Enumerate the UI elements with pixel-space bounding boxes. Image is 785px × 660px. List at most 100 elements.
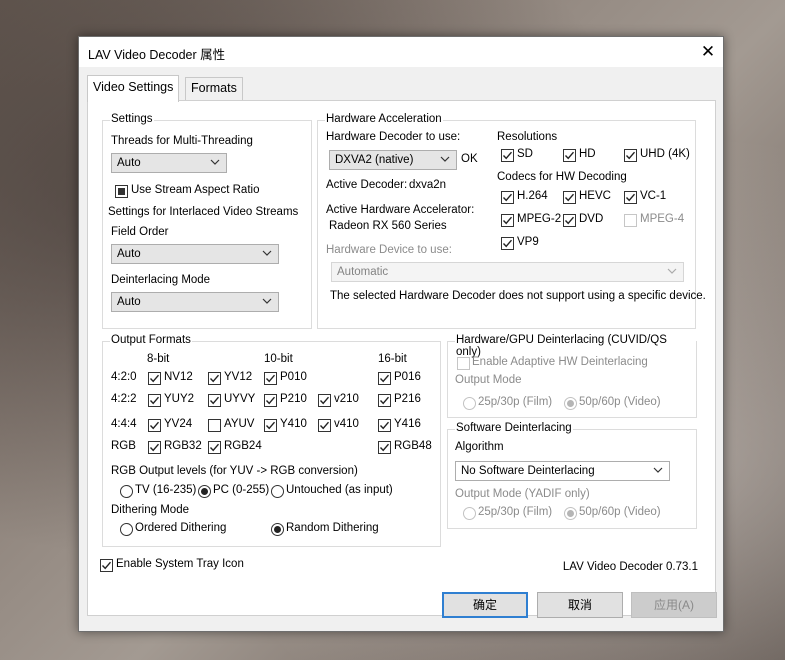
- checkmark-icon: [502, 193, 513, 202]
- resolutions-title: Resolutions: [497, 131, 558, 143]
- dither-random-radio[interactable]: [271, 523, 284, 536]
- fmt-p016-checkbox[interactable]: [378, 372, 391, 385]
- fmt-p210-checkbox[interactable]: [264, 394, 277, 407]
- codec-h264-checkbox[interactable]: [501, 191, 514, 204]
- hw-output-mode-label: Output Mode: [455, 374, 522, 386]
- deint-mode-label: Deinterlacing Mode: [111, 274, 211, 286]
- fmt-yuy2-label: YUY2: [164, 393, 195, 405]
- dither-ordered-radio[interactable]: [120, 523, 133, 536]
- field-order-combo[interactable]: Auto: [111, 244, 279, 264]
- hw-decoder-combo[interactable]: DXVA2 (native): [329, 150, 457, 170]
- checkmark-icon: [209, 374, 220, 383]
- codec-vc1-label: VC-1: [640, 190, 667, 202]
- fmt-rgb48-label: RGB48: [394, 440, 432, 452]
- checkmark-icon: [319, 396, 330, 405]
- dither-ordered-label: Ordered Dithering: [135, 522, 227, 534]
- fmt-y410-checkbox[interactable]: [264, 419, 277, 432]
- checkmark-icon: [379, 443, 390, 452]
- fmt-rgb24-checkbox[interactable]: [208, 441, 221, 454]
- hw-mode-video-radio: [564, 397, 577, 410]
- tab-video-settings[interactable]: Video Settings: [87, 75, 180, 102]
- fmt-v410-checkbox[interactable]: [318, 419, 331, 432]
- fmt-nv12-label: NV12: [164, 371, 193, 383]
- radio-dot-icon: [201, 488, 208, 495]
- checkmark-icon: [209, 443, 220, 452]
- row-label-420: 4:2:0: [111, 371, 137, 383]
- cancel-button[interactable]: 取消: [537, 592, 623, 618]
- deint-mode-value: Auto: [117, 296, 141, 308]
- codec-vp9-label: VP9: [517, 236, 539, 248]
- checkmark-icon: [265, 421, 276, 430]
- active-decoder-label: Active Decoder:: [326, 179, 408, 191]
- res-sd-checkbox[interactable]: [501, 149, 514, 162]
- hw-device-combo: Automatic: [331, 262, 684, 282]
- codec-vp9-checkbox[interactable]: [501, 237, 514, 250]
- fmt-uyvy-checkbox[interactable]: [208, 394, 221, 407]
- checkmark-icon: [265, 374, 276, 383]
- interlaced-label: Settings for Interlaced Video Streams: [108, 206, 299, 218]
- checkmark-icon: [149, 421, 160, 430]
- res-uhd-checkbox[interactable]: [624, 149, 637, 162]
- fmt-y416-checkbox[interactable]: [378, 419, 391, 432]
- tab-panel-video-settings: Settings Threads for Multi-Threading Aut…: [87, 100, 716, 616]
- sw-output-mode-label: Output Mode (YADIF only): [455, 488, 590, 500]
- sw-mode-video-radio: [564, 507, 577, 520]
- hw-device-label: Hardware Device to use:: [326, 244, 452, 256]
- rgb-level-tv-label: TV (16-235): [135, 484, 197, 496]
- fmt-yv12-checkbox[interactable]: [208, 372, 221, 385]
- fmt-v210-label: v210: [334, 393, 359, 405]
- dropdown-arrow-icon: [262, 298, 272, 304]
- fmt-y416-label: Y416: [394, 418, 421, 430]
- threads-combo[interactable]: Auto: [111, 153, 227, 173]
- tray-icon-label: Enable System Tray Icon: [116, 558, 244, 570]
- tray-icon-checkbox[interactable]: [100, 559, 113, 572]
- fmt-ayuv-checkbox[interactable]: [208, 419, 221, 432]
- row-label-444: 4:4:4: [111, 418, 137, 430]
- codec-mpeg2-label: MPEG-2: [517, 213, 562, 225]
- threads-label: Threads for Multi-Threading: [111, 135, 253, 147]
- fmt-p216-checkbox[interactable]: [378, 394, 391, 407]
- codec-hevc-label: HEVC: [579, 190, 611, 202]
- stream-aspect-label: Use Stream Aspect Ratio: [131, 184, 260, 196]
- fmt-yv24-checkbox[interactable]: [148, 419, 161, 432]
- ok-button[interactable]: 确定: [442, 592, 528, 618]
- sw-deint-title: Software Deinterlacing: [455, 422, 573, 434]
- fmt-yuy2-checkbox[interactable]: [148, 394, 161, 407]
- codec-hevc-checkbox[interactable]: [563, 191, 576, 204]
- hw-deint-group: Hardware/GPU Deinterlacing (CUVID/QS onl…: [447, 334, 697, 418]
- tab-formats[interactable]: Formats: [185, 77, 243, 100]
- checkmark-icon: [149, 443, 160, 452]
- settings-group-title: Settings: [110, 113, 154, 125]
- settings-group: Settings Threads for Multi-Threading Aut…: [102, 113, 312, 329]
- close-icon: ✕: [700, 42, 716, 61]
- codec-h264-label: H.264: [517, 190, 548, 202]
- codec-mpeg2-checkbox[interactable]: [501, 214, 514, 227]
- codec-dvd-checkbox[interactable]: [563, 214, 576, 227]
- checkmark-icon: [101, 561, 112, 570]
- fmt-rgb32-checkbox[interactable]: [148, 441, 161, 454]
- field-order-value: Auto: [117, 248, 141, 260]
- deint-mode-combo[interactable]: Auto: [111, 292, 279, 312]
- stream-aspect-checkbox[interactable]: [115, 185, 128, 198]
- rgb-level-tv-radio[interactable]: [120, 485, 133, 498]
- res-hd-checkbox[interactable]: [563, 149, 576, 162]
- fmt-rgb48-checkbox[interactable]: [378, 441, 391, 454]
- checkmark-icon: [564, 151, 575, 160]
- rgb-level-untouched-radio[interactable]: [271, 485, 284, 498]
- fmt-v210-checkbox[interactable]: [318, 394, 331, 407]
- sw-algorithm-combo[interactable]: No Software Deinterlacing: [455, 461, 670, 481]
- sw-deint-group: Software Deinterlacing Algorithm No Soft…: [447, 422, 697, 529]
- rgb-level-pc-label: PC (0-255): [213, 484, 270, 496]
- checkmark-icon: [209, 396, 220, 405]
- fmt-p010-checkbox[interactable]: [264, 372, 277, 385]
- threads-value: Auto: [117, 157, 141, 169]
- fmt-p216-label: P216: [394, 393, 421, 405]
- close-button[interactable]: ✕: [693, 37, 723, 67]
- rgb-level-pc-radio[interactable]: [198, 485, 211, 498]
- dropdown-arrow-icon: [653, 467, 663, 473]
- fmt-nv12-checkbox[interactable]: [148, 372, 161, 385]
- checkmark-icon: [379, 374, 390, 383]
- fmt-p210-label: P210: [280, 393, 307, 405]
- codec-vc1-checkbox[interactable]: [624, 191, 637, 204]
- apply-button: 应用(A): [631, 592, 717, 618]
